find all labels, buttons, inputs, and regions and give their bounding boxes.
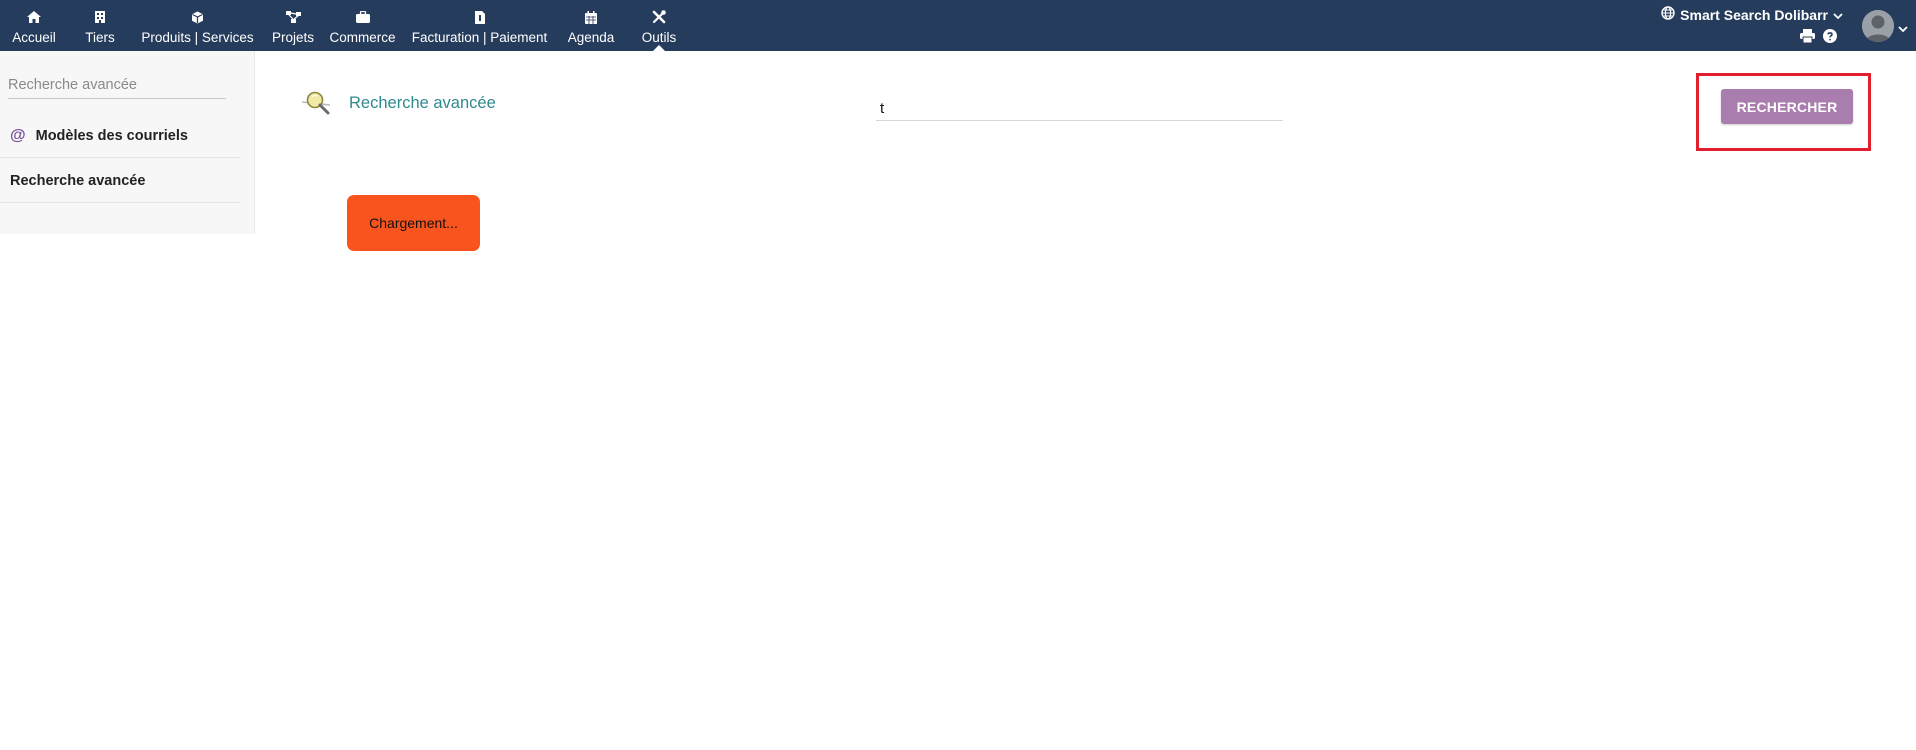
search-input[interactable] [876,96,1283,121]
calendar-icon [583,9,599,25]
nav-label: Commerce [329,30,396,45]
search-button[interactable]: RECHERCHER [1721,89,1853,124]
chevron-down-icon [1833,7,1843,23]
avatar[interactable] [1862,10,1894,42]
nav-item-outils[interactable]: Outils [625,0,693,51]
tools-icon [651,9,667,25]
nav-label: Facturation | Paiement [411,30,548,45]
help-icon[interactable] [1823,29,1837,48]
building-icon [92,9,108,25]
nav-item-commerce[interactable]: Commerce [323,0,402,51]
sidebar-item-modeles-courriels[interactable]: @ Modèles des courriels [0,114,240,158]
main-nav: Accueil Tiers Produits | Services Projet… [0,0,693,51]
chevron-down-icon[interactable] [1898,20,1908,38]
nav-item-produits-services[interactable]: Produits | Services [132,0,263,51]
print-icon[interactable] [1800,29,1815,48]
nav-label: Tiers [85,30,115,45]
cube-icon [190,9,206,25]
globe-icon [1661,6,1675,23]
loading-indicator: Chargement... [347,195,480,251]
sidebar-search-input[interactable] [8,75,226,99]
nav-label: Accueil [12,30,56,45]
home-icon [26,9,42,25]
left-menu: @ Modèles des courriels Recherche avancé… [0,51,255,234]
page-title: Recherche avancée [349,94,496,112]
nav-item-accueil[interactable]: Accueil [0,0,68,51]
top-menu-bar: Accueil Tiers Produits | Services Projet… [0,0,1916,51]
nav-label: Outils [641,30,677,45]
nav-label: Projets [271,30,315,45]
sidebar-item-recherche-avancee[interactable]: Recherche avancée [0,159,240,203]
nav-item-projets[interactable]: Projets [263,0,323,51]
sidebar-item-label: Modèles des courriels [35,127,188,144]
project-icon [285,9,301,25]
header-tools [1800,29,1837,48]
invoice-icon [472,9,488,25]
briefcase-icon [355,9,371,25]
sidebar-item-label: Recherche avancée [10,172,146,189]
nav-label: Produits | Services [141,30,254,45]
at-icon: @ [10,126,26,144]
nav-item-facturation-paiement[interactable]: Facturation | Paiement [402,0,557,51]
nav-item-tiers[interactable]: Tiers [68,0,132,51]
company-name: Smart Search Dolibarr [1680,6,1828,23]
loading-text: Chargement... [369,215,458,231]
nav-item-agenda[interactable]: Agenda [557,0,625,51]
magnifier-icon [300,88,342,118]
company-selector[interactable]: Smart Search Dolibarr [1661,6,1843,23]
nav-label: Agenda [567,30,615,45]
